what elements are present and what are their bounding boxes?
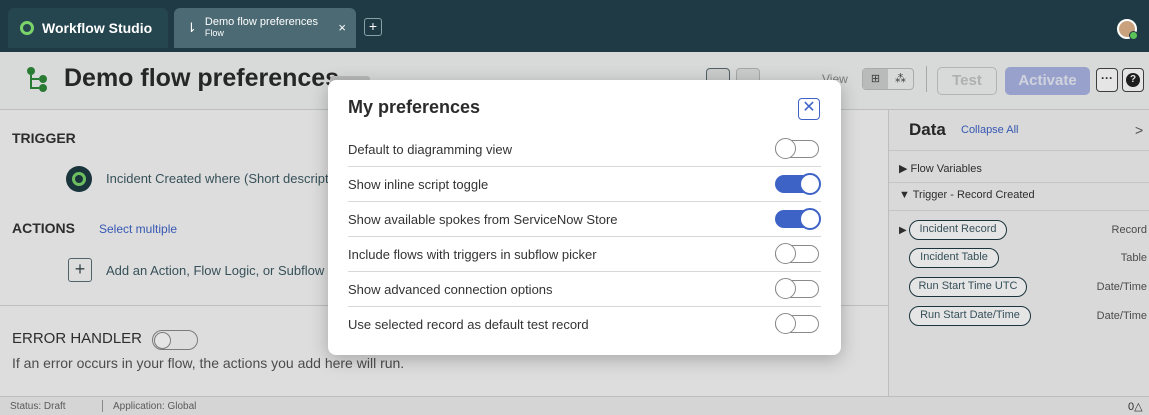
modal-title: My preferences [348,97,481,117]
toggle-knob [775,313,796,334]
pref-row: Show available spokes from ServiceNow St… [348,202,821,237]
pref-label: Default to diagramming view [348,142,513,157]
close-tab-icon[interactable]: × [338,20,346,35]
pref-row: Use selected record as default test reco… [348,307,821,342]
close-icon[interactable]: ✕ [798,98,820,120]
top-bar: Workflow Studio ⇂ Demo flow preferences … [0,0,1149,52]
preferences-modal: My preferences ✕ Default to diagramming … [328,80,841,355]
toggle-knob [799,208,821,230]
app-name: Workflow Studio [42,20,153,36]
flow-tab-title: Demo flow preferences [204,16,319,28]
pref-label: Include flows with triggers in subflow p… [348,247,597,262]
add-tab-button[interactable]: + [364,18,382,36]
app-tab[interactable]: Workflow Studio [8,8,168,48]
pref-label: Show inline script toggle [348,177,489,192]
flow-tab-subtitle: Flow [204,28,224,38]
pref-toggle[interactable] [775,278,819,299]
pref-row: Show inline script toggle [348,167,821,202]
toggle-knob [775,243,796,264]
pref-row: Show advanced connection options [348,272,821,307]
flow-icon: ⇂ [186,20,197,35]
pref-toggle[interactable] [775,173,821,195]
workflow-studio-logo-icon [20,21,34,35]
pref-row: Default to diagramming view [348,132,821,167]
toggle-knob [775,278,796,299]
avatar[interactable] [1117,19,1138,40]
pref-label: Use selected record as default test reco… [348,317,589,332]
pref-toggle[interactable] [775,138,819,159]
pref-toggle[interactable] [775,313,819,334]
pref-label: Show available spokes from ServiceNow St… [348,212,618,227]
toggle-knob [799,173,821,195]
toggle-knob [775,138,796,159]
flow-tab-text: Demo flow preferences Flow [205,17,318,39]
pref-toggle[interactable] [775,208,821,230]
flow-tab[interactable]: ⇂ Demo flow preferences Flow × [174,8,356,48]
pref-label: Show advanced connection options [348,282,553,297]
pref-row: Include flows with triggers in subflow p… [348,237,821,272]
pref-toggle[interactable] [775,243,819,264]
